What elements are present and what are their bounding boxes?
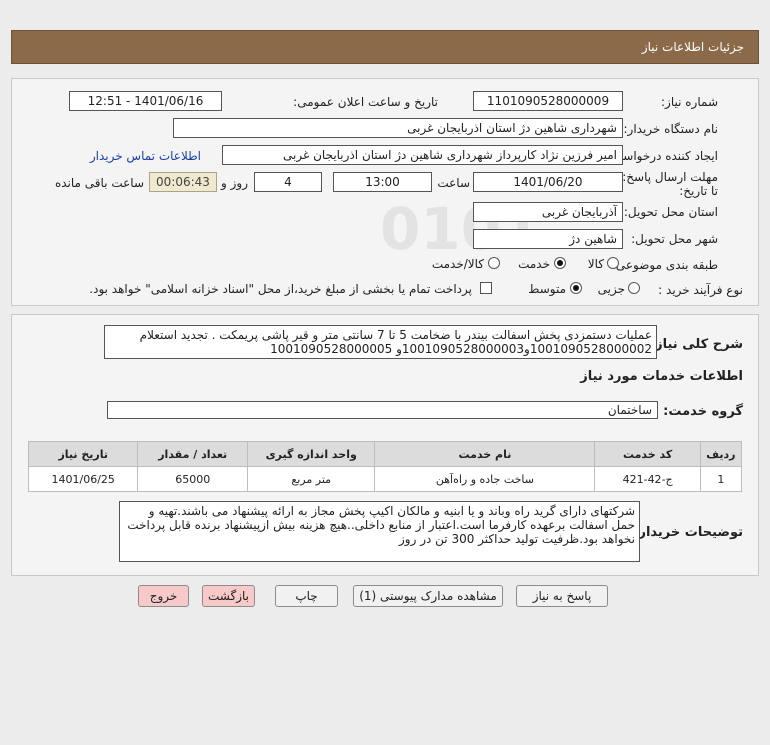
days-field: 4 — [254, 172, 322, 192]
services-table: ردیف کد خدمت نام خدمت واحد اندازه گیری ت… — [27, 441, 743, 492]
col-date-header: تاریخ نیاز — [27, 441, 139, 467]
cell-unit: متر مربع — [246, 466, 376, 492]
cell-row: 1 — [699, 466, 743, 492]
category-service-radio[interactable] — [554, 257, 566, 269]
remaining-time-field: 00:06:43 — [149, 172, 217, 192]
col-name-header: نام خدمت — [374, 441, 596, 467]
requester-label: ایجاد کننده درخواست: — [607, 149, 718, 163]
buyer-org-label: نام دستگاه خریدار: — [623, 122, 719, 136]
deadline-label: مهلت ارسال پاسخ: تا تاریخ: — [622, 170, 718, 198]
need-number-field: 1101090528000009 — [473, 91, 623, 111]
table-header-row: ردیف کد خدمت نام خدمت واحد اندازه گیری ت… — [27, 441, 743, 467]
contact-buyer-link[interactable]: اطلاعات تماس خریدار — [90, 149, 201, 163]
need-number-label: شماره نیاز: — [661, 95, 718, 109]
announce-datetime-field: 1401/06/16 - 12:51 — [69, 91, 222, 111]
process-medium-label: متوسط — [528, 282, 566, 296]
process-label: نوع فرآیند خرید : — [658, 283, 743, 297]
treasury-payment-note: پرداخت تمام یا بخشی از مبلغ خرید،از محل … — [89, 282, 472, 296]
category-label: طبقه بندی موضوعی: — [611, 258, 718, 272]
summary-label: شرح کلی نیاز: — [649, 337, 743, 352]
requester-field: امیر فرزین نژاد کارپرداز شهرداری شاهین د… — [222, 145, 623, 165]
print-button[interactable]: چاپ — [275, 585, 338, 607]
col-code-header: کد خدمت — [594, 441, 701, 467]
announce-label: تاریخ و ساعت اعلان عمومی: — [293, 95, 438, 109]
process-medium-radio[interactable] — [570, 282, 582, 294]
process-minor-label: جزیی — [597, 282, 625, 296]
category-goods-label: کالا — [587, 257, 604, 271]
days-label: روز و — [221, 176, 248, 190]
col-unit-header: واحد اندازه گیری — [246, 441, 376, 467]
city-label: شهر محل تحویل: — [631, 232, 718, 246]
view-documents-button[interactable]: مشاهده مدارک پیوستی (1) — [353, 585, 503, 607]
table-row: 1 ج-42-421 ساخت جاده و راه‌آهن متر مربع … — [27, 466, 743, 492]
buyer-notes-field: شرکتهای دارای گرید راه وباند و یا ابنیه … — [119, 501, 640, 562]
deadline-time-field: 13:00 — [333, 172, 432, 192]
col-qty-header: تعداد / مقدار — [137, 441, 248, 467]
category-goods-radio[interactable] — [607, 257, 619, 269]
service-group-label: گروه خدمت: — [663, 404, 743, 419]
service-group-field: ساختمان — [107, 401, 658, 419]
province-label: استان محل تحویل: — [623, 205, 718, 219]
page-title: جزئیات اطلاعات نیاز — [641, 40, 744, 54]
category-goods-service-radio[interactable] — [488, 257, 500, 269]
reply-button[interactable]: پاسخ به نیاز — [516, 585, 608, 607]
services-section-title: اطلاعات خدمات مورد نیاز — [580, 369, 743, 384]
city-field: شاهین دژ — [473, 229, 623, 249]
category-service-label: خدمت — [518, 257, 550, 271]
buyer-notes-label: توضیحات خریدار: — [633, 525, 743, 540]
cell-date: 1401/06/25 — [27, 466, 139, 492]
remaining-label: ساعت باقی مانده — [54, 176, 144, 190]
page-header: جزئیات اطلاعات نیاز — [11, 30, 759, 64]
category-goods-service-label: کالا/خدمت — [431, 257, 484, 271]
col-row-header: ردیف — [699, 441, 743, 467]
deadline-date-field: 1401/06/20 — [473, 172, 623, 192]
process-minor-radio[interactable] — [628, 282, 640, 294]
exit-button[interactable]: خروج — [138, 585, 189, 607]
summary-field: عملیات دستمزدی پخش اسفالت بیندر با ضخامت… — [104, 325, 657, 359]
province-field: آذربایجان غربی — [473, 202, 623, 222]
back-button[interactable]: بازگشت — [202, 585, 255, 607]
deadline-time-label: ساعت — [437, 176, 470, 190]
cell-name: ساخت جاده و راه‌آهن — [374, 466, 596, 492]
cell-qty: 65000 — [137, 466, 248, 492]
buyer-org-field: شهرداری شاهین دژ استان اذربایجان غربی — [173, 118, 623, 138]
cell-code: ج-42-421 — [594, 466, 701, 492]
treasury-payment-checkbox[interactable] — [480, 282, 492, 294]
